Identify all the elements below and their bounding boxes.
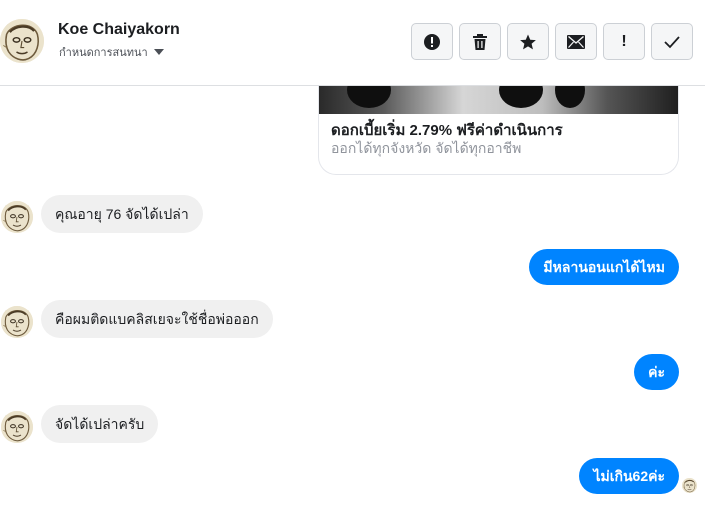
incoming-message[interactable]: จัดได้เปล่าครับ	[41, 405, 159, 443]
outgoing-message[interactable]: ค่ะ	[634, 354, 679, 390]
link-preview-card[interactable]: ดอกเบี้ยเริ่ม 2.79% ฟรีค่าดำเนินการ ออกไ…	[318, 86, 679, 175]
star-button[interactable]	[507, 23, 549, 60]
conversation-header: Koe Chaiyakorn กำหนดการสนทนา !	[0, 0, 705, 86]
conversation-settings-label: กำหนดการสนทนา	[59, 47, 148, 59]
mark-unread-button[interactable]	[555, 23, 597, 60]
link-preview-description: ออกได้ทุกจังหวัด จัดได้ทุกอาชีพ	[331, 140, 522, 156]
conversation-settings-dropdown[interactable]: กำหนดการสนทนา	[59, 43, 164, 61]
report-button[interactable]	[411, 23, 453, 60]
star-icon	[520, 34, 536, 49]
delete-button[interactable]	[459, 23, 501, 60]
conversation-toolbar: !	[411, 23, 693, 60]
exclamation-icon: !	[621, 32, 627, 50]
contact-avatar[interactable]	[0, 19, 44, 63]
mark-done-button[interactable]	[651, 23, 693, 60]
report-icon	[424, 33, 440, 50]
checkmark-icon	[664, 35, 680, 48]
incoming-message[interactable]: คุณอายุ 76 จัดได้เปล่า	[41, 195, 203, 233]
incoming-message[interactable]: คือผมติดแบคลิสเยจะใช้ชื่อพ่อออก	[41, 300, 273, 338]
contact-name[interactable]: Koe Chaiyakorn	[58, 21, 180, 39]
avatar[interactable]	[1, 306, 33, 338]
avatar[interactable]	[1, 411, 33, 443]
trash-icon	[473, 33, 487, 50]
link-preview-image	[319, 86, 678, 114]
outgoing-message[interactable]: มีหลานอนแกได้ไหม	[529, 249, 679, 285]
read-receipt-avatar	[682, 478, 697, 493]
chevron-down-icon	[153, 49, 164, 55]
envelope-icon	[567, 34, 585, 49]
spam-button[interactable]: !	[603, 23, 645, 60]
outgoing-message[interactable]: ไม่เกิน62ค่ะ	[579, 458, 679, 494]
avatar[interactable]	[1, 201, 33, 233]
